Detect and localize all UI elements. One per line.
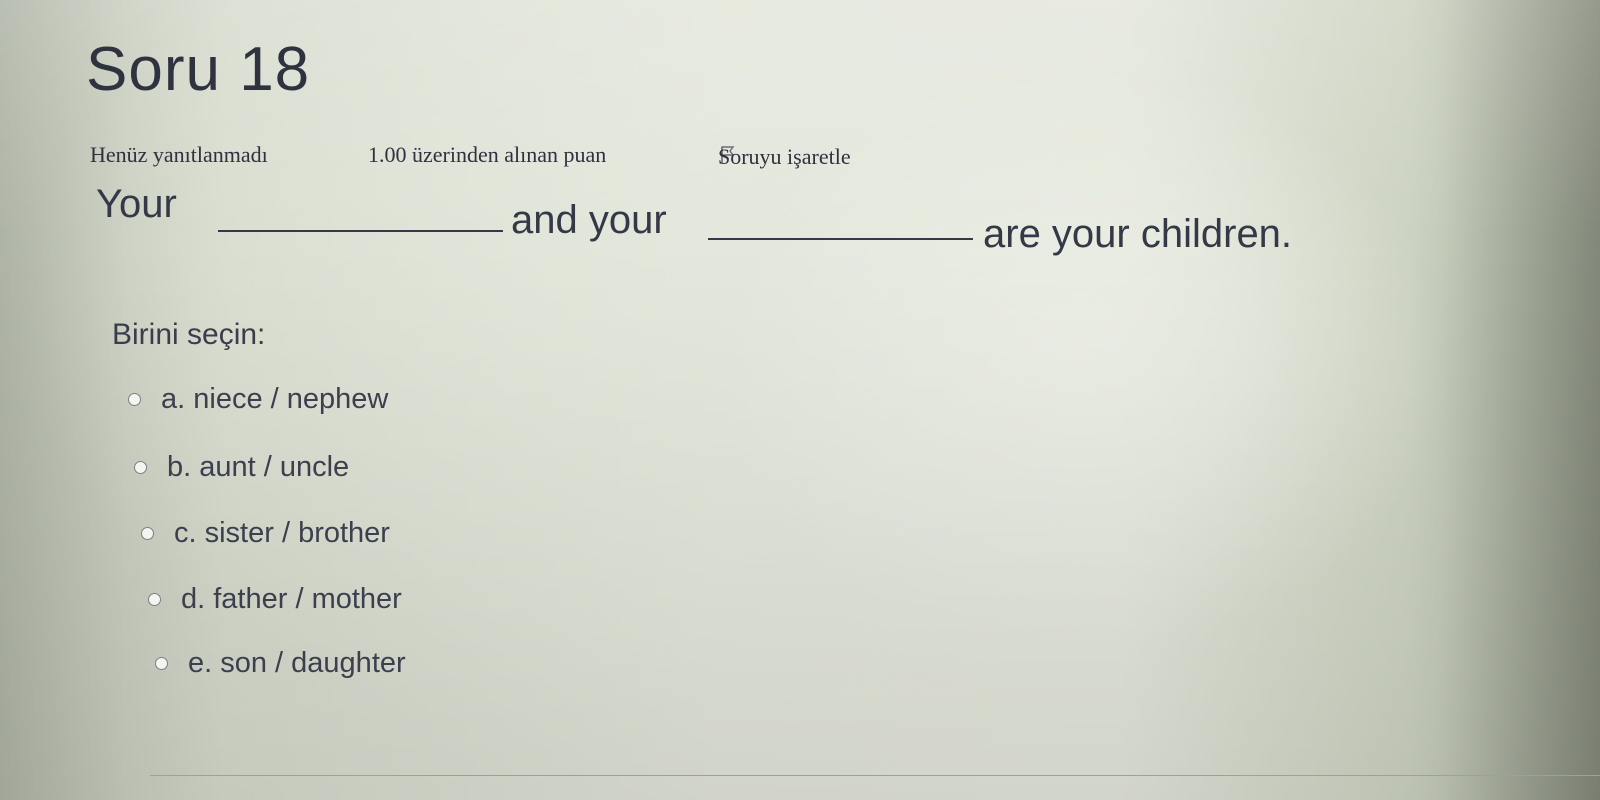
option-b[interactable]: b. aunt / uncle — [134, 451, 349, 484]
choose-one-prompt: Birini seçin: — [112, 318, 266, 351]
option-d-label[interactable]: d. father / mother — [181, 583, 402, 616]
question-text: Your and your are your children. — [96, 180, 1396, 260]
answer-status: Henüz yanıtlanmadı — [90, 142, 268, 167]
divider — [150, 775, 1600, 776]
option-c[interactable]: c. sister / brother — [141, 517, 390, 550]
blank-2 — [708, 238, 973, 240]
question-text-part2: and your — [511, 198, 667, 242]
option-c-label[interactable]: c. sister / brother — [174, 517, 390, 550]
blank-1 — [218, 230, 503, 232]
flag-question-label: Soruyu işaretle — [718, 144, 851, 169]
flag-question-link[interactable]: Soruyu işaretle — [718, 144, 851, 169]
option-e-label[interactable]: e. son / daughter — [188, 647, 406, 680]
option-e[interactable]: e. son / daughter — [155, 647, 406, 680]
option-d[interactable]: d. father / mother — [148, 583, 402, 616]
question-text-part3: are your children. — [983, 212, 1293, 256]
option-d-radio[interactable] — [148, 593, 161, 606]
question-text-part1: Your — [96, 182, 177, 226]
question-title: Soru 18 — [86, 35, 311, 104]
option-a-label[interactable]: a. niece / nephew — [161, 383, 388, 416]
option-b-label[interactable]: b. aunt / uncle — [167, 451, 349, 484]
option-e-radio[interactable] — [155, 657, 168, 670]
option-a-radio[interactable] — [128, 393, 141, 406]
option-b-radio[interactable] — [134, 461, 147, 474]
option-a[interactable]: a. niece / nephew — [128, 383, 388, 416]
option-c-radio[interactable] — [141, 527, 154, 540]
question-points: 1.00 üzerinden alınan puan — [368, 142, 607, 167]
